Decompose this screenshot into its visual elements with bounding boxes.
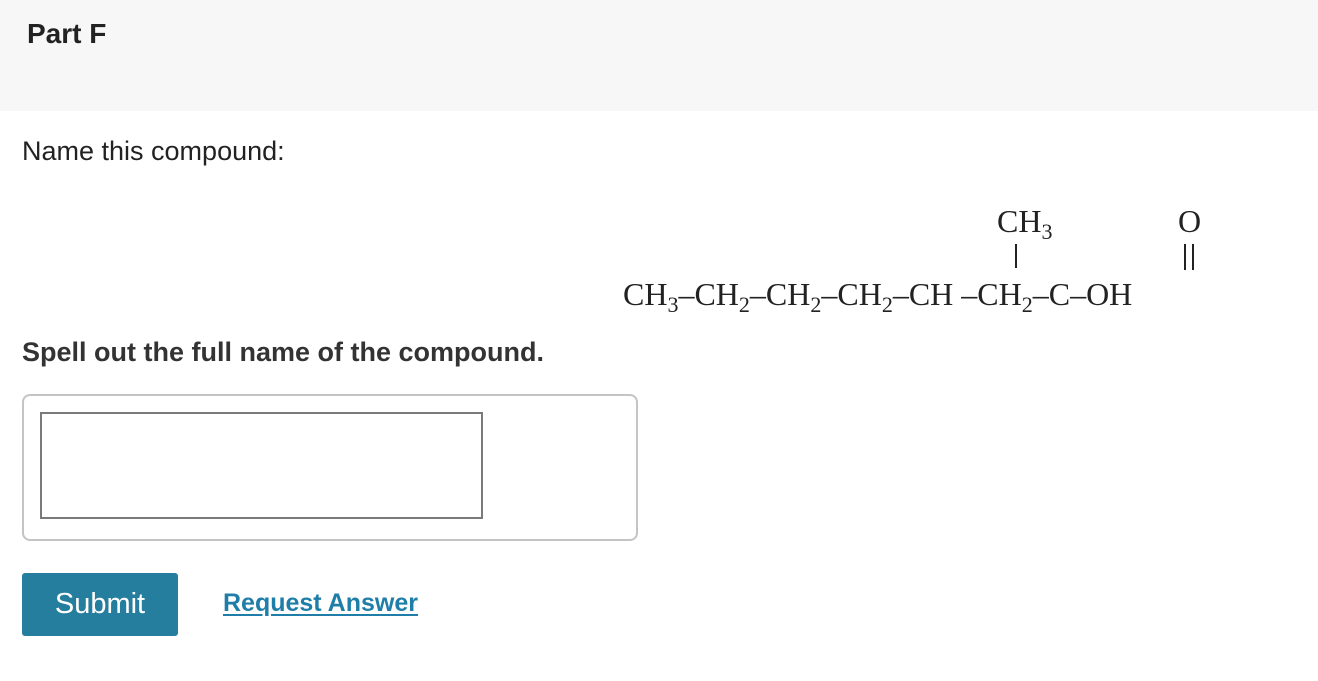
request-answer-link[interactable]: Request Answer (223, 589, 418, 618)
bond-6: – (1032, 276, 1050, 312)
answer-panel (22, 394, 638, 541)
chain-group-7: C (1049, 276, 1070, 312)
bond-2: – (749, 276, 767, 312)
bond-5: – (960, 276, 978, 312)
main-chain: CH3​–CH2​–CH2​–CH2​–CH–CH2​–C–OH (623, 276, 1132, 317)
carbonyl-oxygen-label: O (1178, 203, 1201, 239)
structure-diagram: CH3​ O CH3​–CH2​–CH2​–CH2​–CH–CH2​–C–OH (623, 203, 1201, 317)
chain-group-1: CH3​ (623, 276, 678, 317)
chain-group-4: CH2​ (837, 276, 892, 317)
bond-1: – (677, 276, 695, 312)
bond-3: – (820, 276, 838, 312)
bond-7: – (1069, 276, 1087, 312)
chain-group-2: CH2​ (694, 276, 749, 317)
compound-name-input[interactable] (40, 412, 483, 519)
compound-structure: CH3​ O CH3​–CH2​–CH2​–CH2​–CH–CH2​–C–OH (600, 190, 1318, 330)
part-title: Part F (27, 18, 107, 49)
bond-4: – (892, 276, 910, 312)
chain-group-3: CH2​ (766, 276, 821, 317)
chain-group-8: OH (1086, 276, 1132, 312)
answer-instruction: Spell out the full name of the compound. (22, 337, 544, 367)
chain-group-6: CH2​ (977, 276, 1032, 317)
branch-methyl-label: CH3​ (997, 203, 1052, 244)
part-header: Part F (0, 0, 1318, 111)
chain-group-5: CH (909, 276, 953, 312)
submit-button[interactable]: Submit (22, 573, 178, 636)
question-prompt: Name this compound: (22, 136, 285, 166)
branch-methyl-text: CH3​ (997, 203, 1052, 244)
